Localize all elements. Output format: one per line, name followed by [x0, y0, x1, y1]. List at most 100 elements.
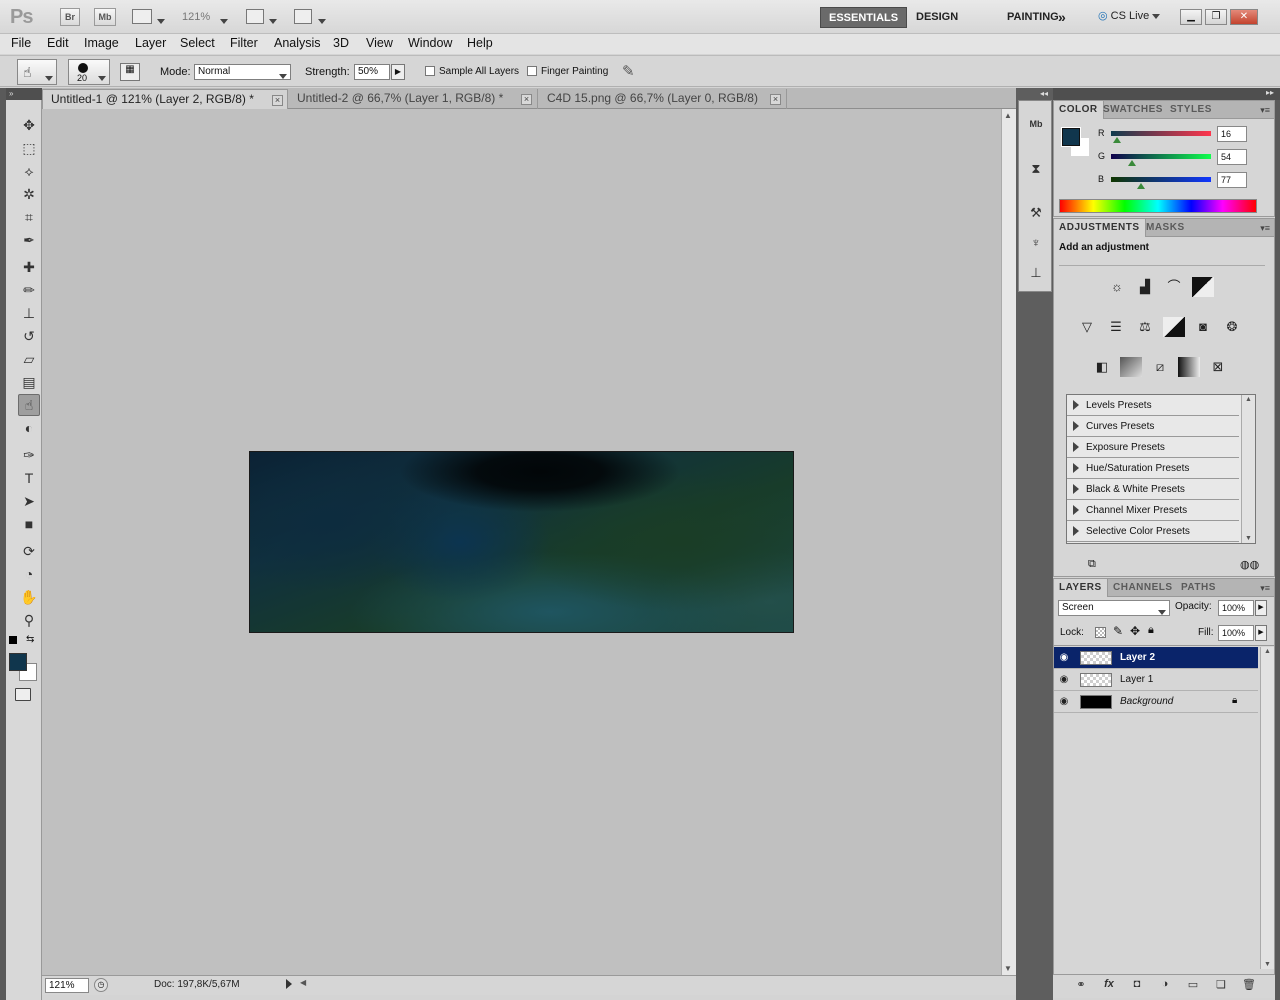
restore-button[interactable]: ❐ — [1205, 9, 1227, 25]
scroll-down-icon[interactable]: ▼ — [1245, 535, 1252, 542]
healing-brush-tool-icon[interactable]: ✚ — [18, 256, 40, 278]
quick-mask-icon[interactable] — [15, 688, 31, 701]
menu-layer[interactable]: Layer — [135, 36, 166, 50]
history-panel-icon[interactable]: ⧗ — [1027, 161, 1045, 179]
status-menu-arrow-icon[interactable] — [286, 979, 292, 989]
workspace-design[interactable]: DESIGN — [908, 7, 966, 28]
scroll-left-icon[interactable]: ◀ — [300, 978, 306, 987]
scroll-down-icon[interactable]: ▼ — [1264, 961, 1271, 968]
foreground-color-swatch[interactable] — [9, 653, 27, 671]
crop-tool-icon[interactable]: ⌗ — [18, 206, 40, 228]
panel-menu-icon[interactable]: ▾≡ — [1260, 105, 1270, 116]
arrange-dropdown[interactable] — [269, 13, 277, 27]
close-window-button[interactable]: ✕ — [1230, 9, 1258, 25]
arrange-documents-icon[interactable] — [246, 9, 264, 24]
clone-source-panel-icon[interactable]: ⊥ — [1027, 265, 1045, 283]
minibridge-button[interactable]: Mb — [94, 8, 116, 26]
menu-analysis[interactable]: Analysis — [274, 36, 321, 50]
dodge-tool-icon[interactable]: ◐ — [18, 417, 40, 439]
tool-preset-picker[interactable]: ☝ — [17, 59, 57, 85]
lock-transparency-icon[interactable] — [1095, 627, 1106, 638]
scroll-up-icon[interactable]: ▲ — [1245, 396, 1252, 403]
channel-b-slider[interactable] — [1111, 177, 1211, 182]
channel-b-thumb[interactable] — [1137, 183, 1145, 189]
minibridge-panel-icon[interactable]: Mb — [1027, 119, 1045, 137]
default-colors-icon[interactable] — [9, 636, 17, 644]
bridge-button[interactable]: Br — [60, 8, 80, 26]
color-balance-icon[interactable]: ⚖ — [1134, 317, 1156, 337]
tab-untitled-1[interactable]: Untitled-1 @ 121% (Layer 2, RGB/8) * × — [42, 89, 288, 109]
3d-rotate-tool-icon[interactable]: ⟳ — [18, 540, 40, 562]
list-item[interactable]: Channel Mixer Presets — [1067, 500, 1239, 521]
channel-r-slider[interactable] — [1111, 131, 1211, 136]
menu-help[interactable]: Help — [467, 36, 493, 50]
channel-r-thumb[interactable] — [1113, 137, 1121, 143]
menu-3d[interactable]: 3D — [333, 36, 349, 50]
photo-filter-icon[interactable]: ◙ — [1192, 317, 1214, 337]
add-mask-icon[interactable]: ◘ — [1129, 978, 1145, 994]
close-tab-icon[interactable]: × — [521, 94, 532, 105]
quick-selection-tool-icon[interactable]: ✲ — [18, 183, 40, 205]
tab-swatches[interactable]: SWATCHES — [1098, 101, 1168, 119]
sample-all-layers-checkbox[interactable] — [425, 66, 435, 76]
presets-scrollbar[interactable]: ▲ ▼ — [1241, 395, 1255, 543]
visibility-eye-icon[interactable]: ◉ — [1056, 650, 1072, 666]
panels-expand-icon[interactable]: ▸▸ — [1266, 88, 1274, 97]
brush-panel-toggle-icon[interactable]: ▦ — [120, 63, 140, 81]
black-white-icon[interactable] — [1163, 317, 1185, 337]
lock-position-icon[interactable]: ✥ — [1130, 624, 1140, 638]
list-item[interactable]: Selective Color Presets — [1067, 521, 1239, 542]
visibility-eye-icon[interactable]: ◉ — [1056, 672, 1072, 688]
tab-c4d-15[interactable]: C4D 15.png @ 66,7% (Layer 0, RGB/8) × — [539, 89, 787, 109]
visibility-eye-icon[interactable]: ◉ — [1056, 694, 1072, 710]
list-item[interactable]: Hue/Saturation Presets — [1067, 458, 1239, 479]
zoom-level-select[interactable]: 121% — [182, 11, 210, 23]
screen-mode-dropdown[interactable] — [318, 13, 326, 27]
history-brush-tool-icon[interactable]: ↺ — [18, 325, 40, 347]
new-adjustment-layer-icon[interactable]: ◑ — [1157, 978, 1173, 994]
move-tool-icon[interactable]: ✥ — [18, 114, 40, 136]
minimize-button[interactable]: ▁ — [1180, 9, 1202, 25]
tab-layers[interactable]: LAYERS — [1054, 579, 1108, 597]
channel-g-input[interactable]: 54 — [1217, 149, 1247, 165]
menu-image[interactable]: Image — [84, 36, 119, 50]
scroll-down-icon[interactable]: ▼ — [1004, 964, 1012, 973]
path-selection-tool-icon[interactable]: ➤ — [18, 490, 40, 512]
menu-window[interactable]: Window — [408, 36, 452, 50]
3d-orbit-tool-icon[interactable]: ◔ — [18, 563, 40, 585]
brush-preset-picker[interactable]: 20 — [68, 59, 110, 85]
layer-row-layer-1[interactable]: ◉ Layer 1 — [1054, 669, 1258, 691]
new-layer-icon[interactable]: ❏ — [1213, 978, 1229, 994]
zoom-dropdown[interactable] — [220, 13, 228, 27]
clone-stamp-tool-icon[interactable]: ⊥ — [18, 302, 40, 324]
tab-paths[interactable]: PATHS — [1176, 579, 1221, 597]
close-tab-icon[interactable]: × — [770, 94, 781, 105]
panel-menu-icon[interactable]: ▾≡ — [1260, 583, 1270, 594]
lock-pixels-icon[interactable]: ✎ — [1113, 624, 1123, 638]
workspace-essentials[interactable]: ESSENTIALS — [820, 7, 908, 28]
dock-collapse-icon[interactable]: ◂◂ — [1040, 89, 1048, 98]
view-previous-state-icon[interactable]: ◍◍ — [1240, 558, 1259, 571]
delete-layer-icon[interactable]: 🗑︎ — [1241, 978, 1257, 994]
opacity-slider-button[interactable]: ▶ — [1255, 600, 1267, 616]
levels-icon[interactable]: ▟ — [1134, 277, 1156, 297]
document-canvas-image[interactable] — [249, 451, 794, 633]
channel-g-slider[interactable] — [1111, 154, 1211, 159]
menu-filter[interactable]: Filter — [230, 36, 258, 50]
mode-select[interactable]: Normal — [194, 64, 291, 80]
fill-slider-button[interactable]: ▶ — [1255, 625, 1267, 641]
eraser-tool-icon[interactable]: ▱ — [18, 348, 40, 370]
fg-color-chip[interactable] — [1061, 127, 1081, 147]
scroll-up-icon[interactable]: ▲ — [1004, 111, 1012, 120]
list-item[interactable]: Levels Presets — [1067, 395, 1239, 416]
curves-icon[interactable]: ⌒ — [1163, 277, 1185, 297]
menu-file[interactable]: File — [11, 36, 31, 50]
layer-row-layer-2[interactable]: ◉ Layer 2 — [1054, 647, 1258, 669]
channel-mixer-icon[interactable]: ❂ — [1221, 317, 1243, 337]
more-workspaces-button[interactable]: » — [1050, 7, 1074, 28]
vibrance-icon[interactable]: ▽ — [1076, 317, 1098, 337]
swap-colors-icon[interactable]: ⇆ — [26, 634, 34, 645]
posterize-icon[interactable] — [1120, 357, 1142, 377]
menu-edit[interactable]: Edit — [47, 36, 69, 50]
rectangle-tool-icon[interactable]: ■ — [18, 513, 40, 535]
